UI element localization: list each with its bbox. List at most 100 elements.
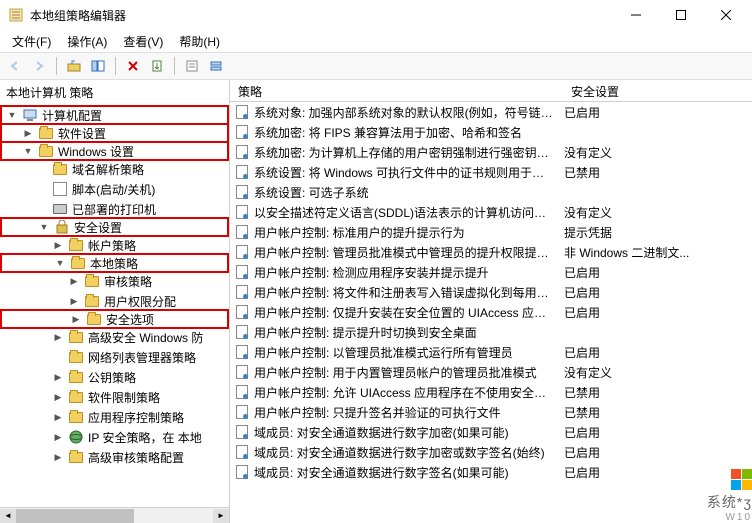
- scroll-track[interactable]: [16, 509, 213, 523]
- policy-status: 已启用: [564, 424, 752, 441]
- tree-item[interactable]: ▶安全选项: [0, 309, 229, 329]
- tree-item-label: 帐户策略: [88, 237, 136, 254]
- tree-item[interactable]: ▶审核策略: [0, 271, 229, 291]
- tree-item[interactable]: ▼安全设置: [0, 217, 229, 237]
- tree-item[interactable]: ▼ 本地策略: [0, 253, 229, 273]
- policy-status: 已禁用: [564, 404, 752, 421]
- maximize-button[interactable]: [658, 1, 703, 29]
- tree-item[interactable]: ▶软件设置: [0, 123, 229, 143]
- script-icon: [52, 181, 68, 197]
- policy-row[interactable]: 用户帐户控制: 标准用户的提升提示行为提示凭据: [230, 222, 752, 242]
- expand-icon[interactable]: ▶: [70, 314, 82, 325]
- expand-icon[interactable]: ▶: [52, 452, 64, 463]
- tree-item[interactable]: 网络列表管理器策略: [0, 347, 229, 367]
- menu-file[interactable]: 文件(F): [4, 31, 59, 52]
- tree-item[interactable]: ▶高级审核策略配置: [0, 447, 229, 467]
- menu-action[interactable]: 操作(A): [59, 31, 115, 52]
- policy-list[interactable]: 系统对象: 加强内部系统对象的默认权限(例如，符号链接)已启用系统加密: 将 F…: [230, 102, 752, 523]
- policy-row[interactable]: 用户帐户控制: 管理员批准模式中管理员的提升权限提示的...非 Windows …: [230, 242, 752, 262]
- delete-button[interactable]: [122, 55, 144, 77]
- policy-name: 用户帐户控制: 仅提升安装在安全位置的 UIAccess 应用程序: [254, 304, 564, 321]
- policy-row[interactable]: 用户帐户控制: 只提升签名并验证的可执行文件已禁用: [230, 402, 752, 422]
- expand-icon[interactable]: ▶: [68, 276, 80, 287]
- app-icon: [8, 7, 24, 23]
- policy-tree[interactable]: ▼计算机配置▶软件设置▼Windows 设置域名解析策略脚本(启动/关机)已部署…: [0, 105, 229, 507]
- policy-row[interactable]: 系统对象: 加强内部系统对象的默认权限(例如，符号链接)已启用: [230, 102, 752, 122]
- properties-button[interactable]: [181, 55, 203, 77]
- expand-icon[interactable]: ▶: [52, 432, 64, 443]
- column-security-setting[interactable]: 安全设置: [563, 80, 752, 101]
- tree-item[interactable]: ▼计算机配置: [0, 105, 229, 125]
- minimize-button[interactable]: [613, 1, 658, 29]
- policy-row[interactable]: 系统加密: 将 FIPS 兼容算法用于加密、哈希和签名: [230, 122, 752, 142]
- back-button: [4, 55, 26, 77]
- titlebar: 本地组策略编辑器: [0, 0, 752, 30]
- policy-row[interactable]: 用户帐户控制: 检测应用程序安装并提示提升已启用: [230, 262, 752, 282]
- forward-button: [28, 55, 50, 77]
- expand-icon[interactable]: ▶: [52, 392, 64, 403]
- expand-icon[interactable]: ▶: [52, 412, 64, 423]
- policy-row[interactable]: 用户帐户控制: 仅提升安装在安全位置的 UIAccess 应用程序已启用: [230, 302, 752, 322]
- policy-row[interactable]: 系统加密: 为计算机上存储的用户密钥强制进行强密钥保护没有定义: [230, 142, 752, 162]
- policy-name: 用户帐户控制: 用于内置管理员帐户的管理员批准模式: [254, 364, 564, 381]
- policy-row[interactable]: 用户帐户控制: 以管理员批准模式运行所有管理员已启用: [230, 342, 752, 362]
- close-button[interactable]: [703, 1, 748, 29]
- scroll-right-button[interactable]: ►: [213, 509, 229, 523]
- policy-row[interactable]: 用户帐户控制: 允许 UIAccess 应用程序在不使用安全桌面...已禁用: [230, 382, 752, 402]
- tree-item-label: 本地策略: [90, 255, 138, 272]
- menu-view[interactable]: 查看(V): [115, 31, 171, 52]
- collapse-icon[interactable]: ▼: [54, 258, 66, 268]
- tree-item[interactable]: 域名解析策略: [0, 159, 229, 179]
- policy-icon: [234, 244, 250, 260]
- collapse-icon[interactable]: ▼: [22, 146, 34, 156]
- separator: [56, 57, 57, 75]
- column-policy[interactable]: 策略: [230, 80, 563, 101]
- security-icon: [54, 219, 70, 235]
- policy-row[interactable]: 域成员: 对安全通道数据进行数字加密或数字签名(始终)已启用: [230, 442, 752, 462]
- policy-row[interactable]: 系统设置: 可选子系统: [230, 182, 752, 202]
- policy-row[interactable]: 用户帐户控制: 用于内置管理员帐户的管理员批准模式没有定义: [230, 362, 752, 382]
- policy-icon: [234, 204, 250, 220]
- collapse-icon[interactable]: ▼: [6, 110, 18, 120]
- tree-item[interactable]: ▶高级安全 Windows 防: [0, 327, 229, 347]
- policy-row[interactable]: 域成员: 对安全通道数据进行数字加密(如果可能)已启用: [230, 422, 752, 442]
- expand-icon[interactable]: ▶: [52, 240, 64, 251]
- policy-row[interactable]: 以安全描述符定义语言(SDDL)语法表示的计算机访问限制没有定义: [230, 202, 752, 222]
- policy-name: 系统加密: 为计算机上存储的用户密钥强制进行强密钥保护: [254, 144, 564, 161]
- expand-icon[interactable]: ▶: [52, 372, 64, 383]
- filter-button[interactable]: [205, 55, 227, 77]
- tree-item[interactable]: ▼Windows 设置: [0, 141, 229, 161]
- up-level-button[interactable]: [63, 55, 85, 77]
- policy-icon: [234, 104, 250, 120]
- tree-item-label: 公钥策略: [88, 369, 136, 386]
- tree-item[interactable]: ▶ 帐户策略: [0, 235, 229, 255]
- tree-item[interactable]: ▶用户权限分配: [0, 291, 229, 311]
- tree-item[interactable]: ▶应用程序控制策略: [0, 407, 229, 427]
- horizontal-scrollbar[interactable]: ◄ ►: [0, 507, 229, 523]
- tree-item[interactable]: ▶软件限制策略: [0, 387, 229, 407]
- folder-icon: [68, 449, 84, 465]
- tree-item[interactable]: ▶ 公钥策略: [0, 367, 229, 387]
- show-hide-button[interactable]: [87, 55, 109, 77]
- policy-row[interactable]: 系统设置: 将 Windows 可执行文件中的证书规则用于软件...已禁用: [230, 162, 752, 182]
- policy-row[interactable]: 用户帐户控制: 将文件和注册表写入错误虚拟化到每用户位置已启用: [230, 282, 752, 302]
- expand-icon[interactable]: ▶: [52, 332, 64, 343]
- scroll-left-button[interactable]: ◄: [0, 509, 16, 523]
- policy-status: 已启用: [564, 444, 752, 461]
- tree-item[interactable]: ▶IP 安全策略，在 本地: [0, 427, 229, 447]
- folder-icon: [68, 237, 84, 253]
- menu-help[interactable]: 帮助(H): [171, 31, 228, 52]
- policy-status: 已启用: [564, 264, 752, 281]
- policy-name: 用户帐户控制: 提示提升时切换到安全桌面: [254, 324, 564, 341]
- policy-row[interactable]: 域成员: 对安全通道数据进行数字签名(如果可能)已启用: [230, 462, 752, 482]
- policy-row[interactable]: 用户帐户控制: 提示提升时切换到安全桌面: [230, 322, 752, 342]
- expand-icon[interactable]: ▶: [22, 128, 34, 139]
- main-content: 本地计算机 策略 ▼计算机配置▶软件设置▼Windows 设置域名解析策略脚本(…: [0, 80, 752, 523]
- export-button[interactable]: [146, 55, 168, 77]
- policy-icon: [234, 444, 250, 460]
- collapse-icon[interactable]: ▼: [38, 222, 50, 232]
- tree-item[interactable]: 脚本(启动/关机): [0, 179, 229, 199]
- tree-item[interactable]: 已部署的打印机: [0, 199, 229, 219]
- scroll-thumb[interactable]: [16, 509, 134, 523]
- expand-icon[interactable]: ▶: [68, 296, 80, 307]
